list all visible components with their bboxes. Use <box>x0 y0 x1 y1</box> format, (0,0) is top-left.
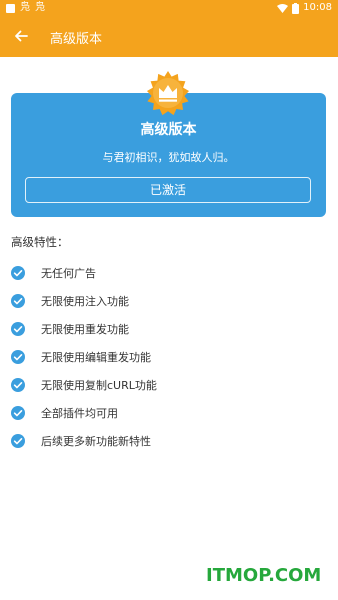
toolbar-title: 高级版本 <box>50 32 103 47</box>
status-glyph-2: 凫 <box>35 2 45 13</box>
activated-button[interactable]: 已激活 <box>25 177 311 203</box>
wifi-icon <box>277 3 289 13</box>
list-item: 无限使用注入功能 <box>11 287 157 315</box>
feature-label: 无限使用重发功能 <box>41 323 129 336</box>
card-motto: 与君初相识，犹如故人归。 <box>102 151 235 164</box>
list-item: 无任何广告 <box>11 259 157 287</box>
feature-label: 无任何广告 <box>41 267 96 280</box>
status-time: 10:08 <box>303 2 332 13</box>
status-bar: 凫 凫 10:08 <box>0 0 338 17</box>
check-icon <box>11 266 25 280</box>
feature-label: 无限使用注入功能 <box>41 295 129 308</box>
check-icon <box>11 434 25 448</box>
list-item: 无限使用编辑重发功能 <box>11 343 157 371</box>
watermark-text: ITMOP.COM <box>206 565 322 586</box>
card-title: 高级版本 <box>140 122 197 138</box>
status-glyph-1: 凫 <box>20 2 30 13</box>
features-title: 高级特性： <box>11 235 69 249</box>
back-arrow-icon[interactable] <box>12 27 30 45</box>
crown-badge-icon <box>147 71 189 116</box>
check-icon <box>11 322 25 336</box>
notification-icon <box>6 3 15 13</box>
feature-label: 无限使用编辑重发功能 <box>41 351 151 364</box>
feature-label: 后续更多新功能新特性 <box>41 435 151 448</box>
feature-label: 全部插件均可用 <box>41 407 118 420</box>
feature-label: 无限使用复制cURL功能 <box>41 379 157 392</box>
battery-icon <box>292 2 300 14</box>
check-icon <box>11 378 25 392</box>
check-icon <box>11 406 25 420</box>
status-right: 10:08 <box>277 2 332 14</box>
list-item: 无限使用复制cURL功能 <box>11 371 157 399</box>
app-toolbar: 高级版本 <box>0 17 338 57</box>
list-item: 全部插件均可用 <box>11 399 157 427</box>
check-icon <box>11 350 25 364</box>
list-item: 无限使用重发功能 <box>11 315 157 343</box>
features-list: 无任何广告 无限使用注入功能 无限使用重发功能 无限使用编辑重发功能 无限使用复… <box>11 259 157 455</box>
list-item: 后续更多新功能新特性 <box>11 427 157 455</box>
status-left: 凫 凫 <box>6 2 45 14</box>
check-icon <box>11 294 25 308</box>
